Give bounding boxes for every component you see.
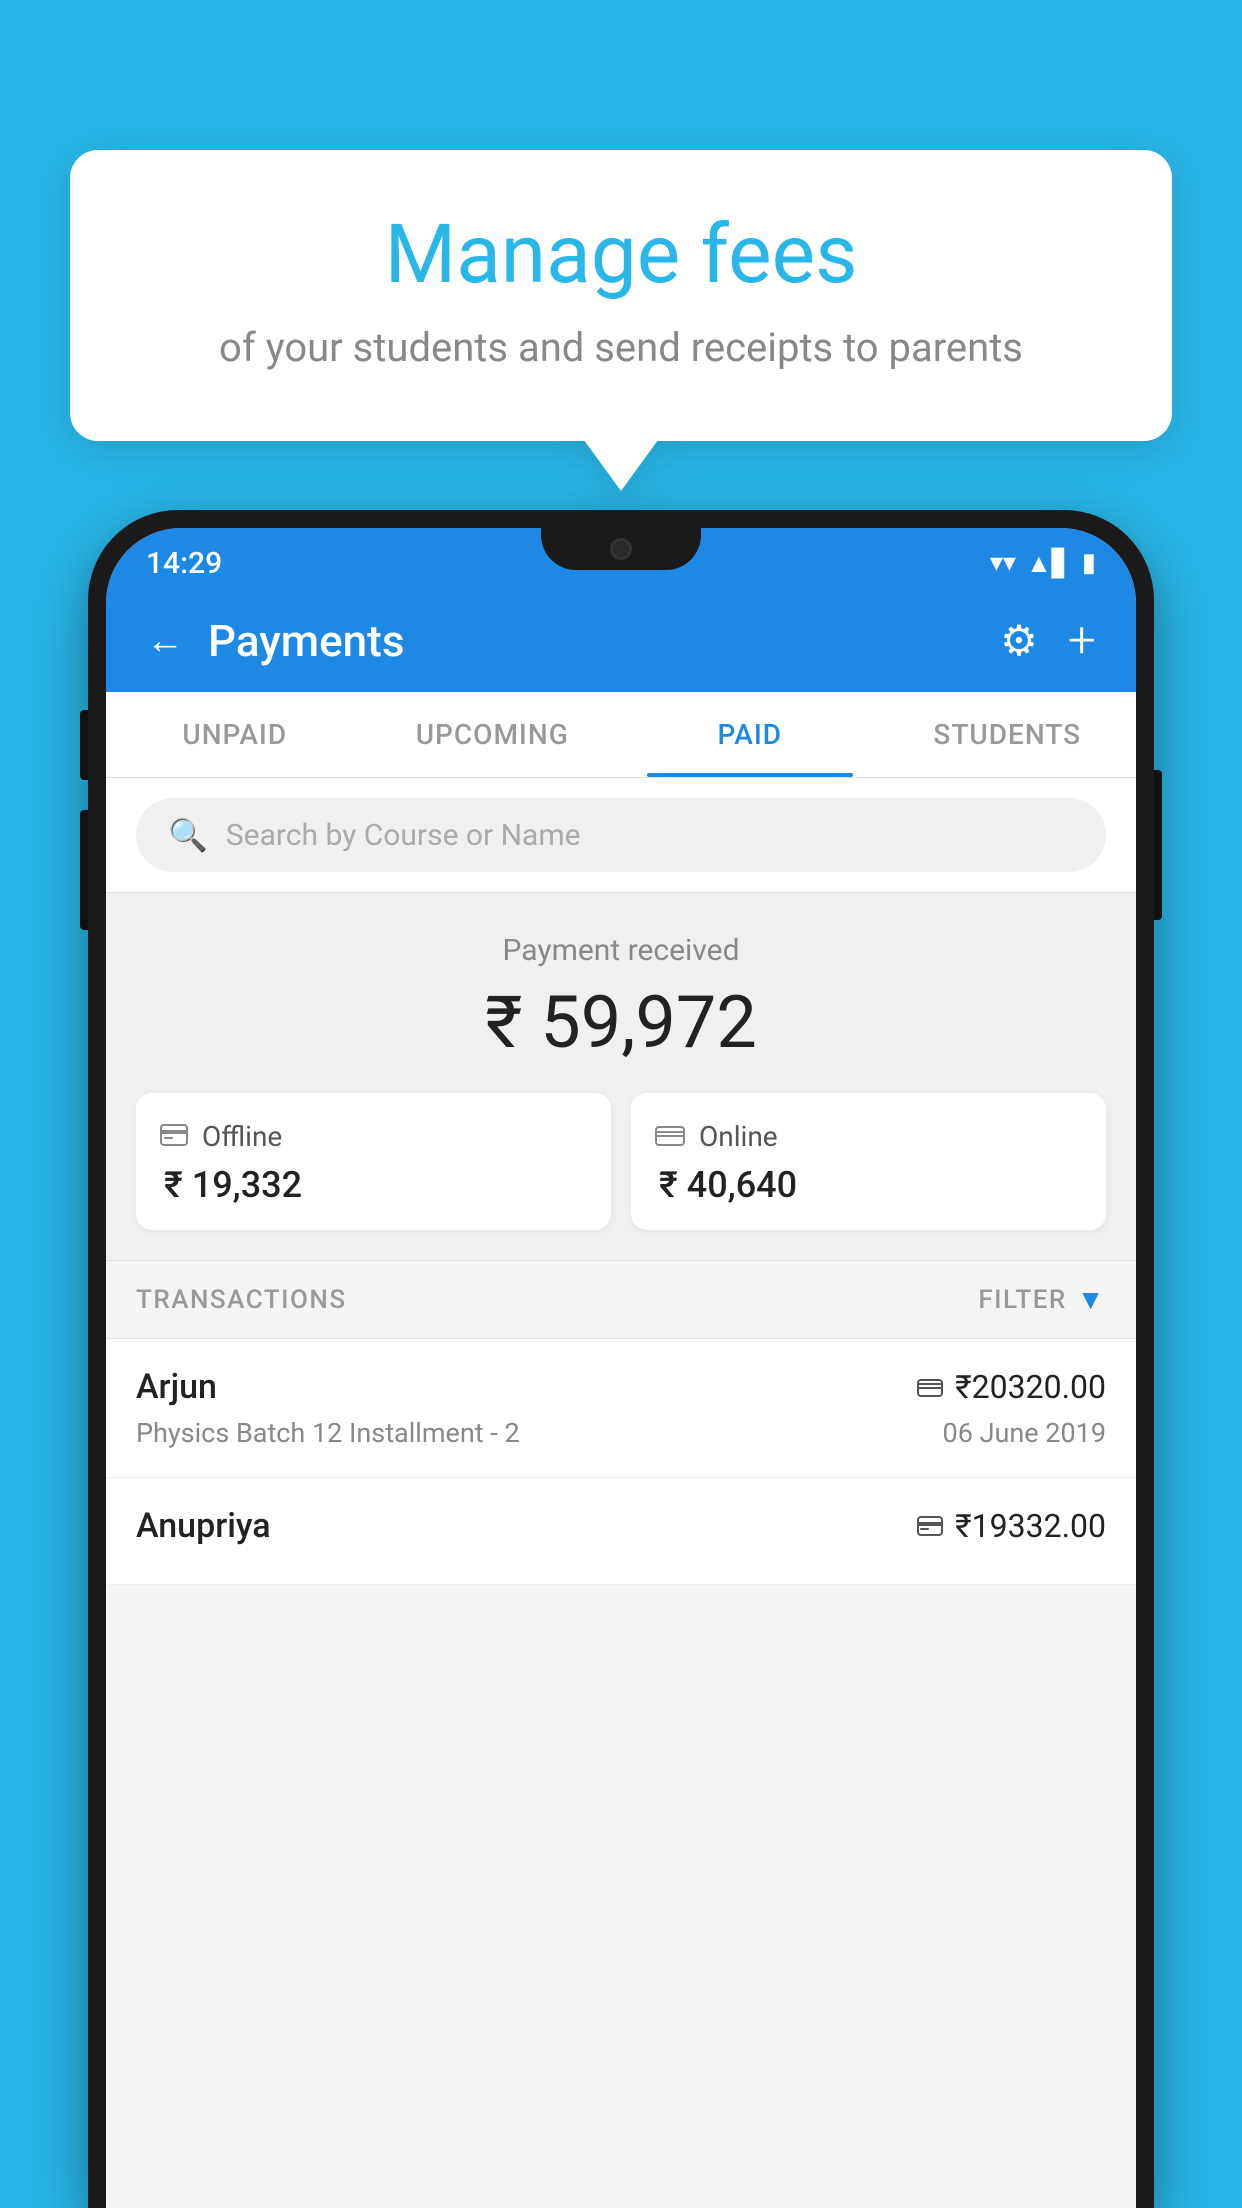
header-left: ← Payments: [146, 615, 404, 667]
speech-bubble: Manage fees of your students and send re…: [70, 150, 1172, 441]
online-payment-icon: [917, 1371, 943, 1404]
transaction-right-2: ₹19332.00: [917, 1507, 1106, 1545]
wifi-icon: ▾▾: [990, 548, 1016, 578]
signal-icon: ▲▋: [1026, 548, 1072, 579]
tab-unpaid[interactable]: UNPAID: [106, 692, 364, 777]
page-title: Payments: [208, 615, 404, 667]
side-btn-left2: [80, 810, 88, 930]
tabs-bar: UNPAID UPCOMING PAID STUDENTS: [106, 692, 1136, 778]
offline-card-top: Offline: [160, 1119, 282, 1154]
transactions-header: TRANSACTIONS FILTER ▼: [106, 1260, 1136, 1339]
phone-screen: 14:29 ▾▾ ▲▋ ▮ ← Payments ⚙ + UNPAID UPCO…: [106, 528, 1136, 2208]
offline-payment-icon: [917, 1510, 943, 1543]
transaction-row[interactable]: Anupriya ₹19332.00: [106, 1478, 1136, 1585]
tab-students[interactable]: STUDENTS: [879, 692, 1137, 777]
add-icon[interactable]: +: [1068, 612, 1096, 670]
camera: [610, 538, 632, 560]
settings-icon[interactable]: ⚙: [1000, 616, 1038, 666]
transaction-amount-1: ₹20320.00: [955, 1368, 1106, 1406]
transaction-top-1: Arjun ₹20320.00: [136, 1367, 1106, 1407]
tab-paid[interactable]: PAID: [621, 692, 879, 777]
header-right: ⚙ +: [1000, 612, 1096, 670]
tab-upcoming[interactable]: UPCOMING: [364, 692, 622, 777]
offline-amount: ₹ 19,332: [160, 1164, 302, 1206]
bubble-title: Manage fees: [150, 210, 1092, 300]
side-btn-right: [1154, 770, 1162, 920]
phone-frame: 14:29 ▾▾ ▲▋ ▮ ← Payments ⚙ + UNPAID UPCO…: [88, 510, 1154, 2208]
search-container: 🔍 Search by Course or Name: [106, 778, 1136, 893]
batch-info-1: Physics Batch 12 Installment - 2: [136, 1417, 520, 1449]
search-input[interactable]: Search by Course or Name: [226, 818, 581, 853]
status-icons: ▾▾ ▲▋ ▮: [990, 548, 1096, 579]
transactions-label: TRANSACTIONS: [136, 1285, 347, 1315]
online-label: Online: [699, 1120, 778, 1153]
payment-total-amount: ₹ 59,972: [136, 980, 1106, 1065]
offline-label: Offline: [202, 1120, 282, 1153]
transaction-date-1: 06 June 2019: [943, 1417, 1106, 1449]
status-time: 14:29: [146, 546, 222, 581]
student-name-2: Anupriya: [136, 1506, 271, 1546]
payment-summary: Payment received ₹ 59,972 Offline: [106, 893, 1136, 1260]
offline-payment-card: Offline ₹ 19,332: [136, 1093, 611, 1230]
online-payment-card: Online ₹ 40,640: [631, 1093, 1106, 1230]
filter-icon: ▼: [1077, 1283, 1106, 1316]
payment-cards: Offline ₹ 19,332 Onli: [136, 1093, 1106, 1230]
search-icon: 🔍: [168, 816, 208, 854]
transaction-row[interactable]: Arjun ₹20320.00 Physics Batch 12 Install…: [106, 1339, 1136, 1478]
back-button[interactable]: ←: [146, 619, 184, 663]
filter-label: FILTER: [978, 1285, 1066, 1315]
transaction-amount-2: ₹19332.00: [955, 1507, 1106, 1545]
battery-icon: ▮: [1082, 548, 1096, 578]
app-header: ← Payments ⚙ +: [106, 590, 1136, 692]
side-btn-left: [80, 710, 88, 780]
online-card-top: Online: [655, 1119, 778, 1154]
bubble-subtitle: of your students and send receipts to pa…: [150, 324, 1092, 371]
payment-received-label: Payment received: [136, 933, 1106, 968]
search-bar[interactable]: 🔍 Search by Course or Name: [136, 798, 1106, 872]
filter-button[interactable]: FILTER ▼: [978, 1283, 1106, 1316]
offline-icon: [160, 1119, 188, 1154]
transaction-bottom-1: Physics Batch 12 Installment - 2 06 June…: [136, 1417, 1106, 1449]
online-icon: [655, 1119, 685, 1154]
transaction-top-2: Anupriya ₹19332.00: [136, 1506, 1106, 1546]
phone-notch: [541, 528, 701, 570]
online-amount: ₹ 40,640: [655, 1164, 797, 1206]
transaction-right-1: ₹20320.00: [917, 1368, 1106, 1406]
student-name-1: Arjun: [136, 1367, 217, 1407]
